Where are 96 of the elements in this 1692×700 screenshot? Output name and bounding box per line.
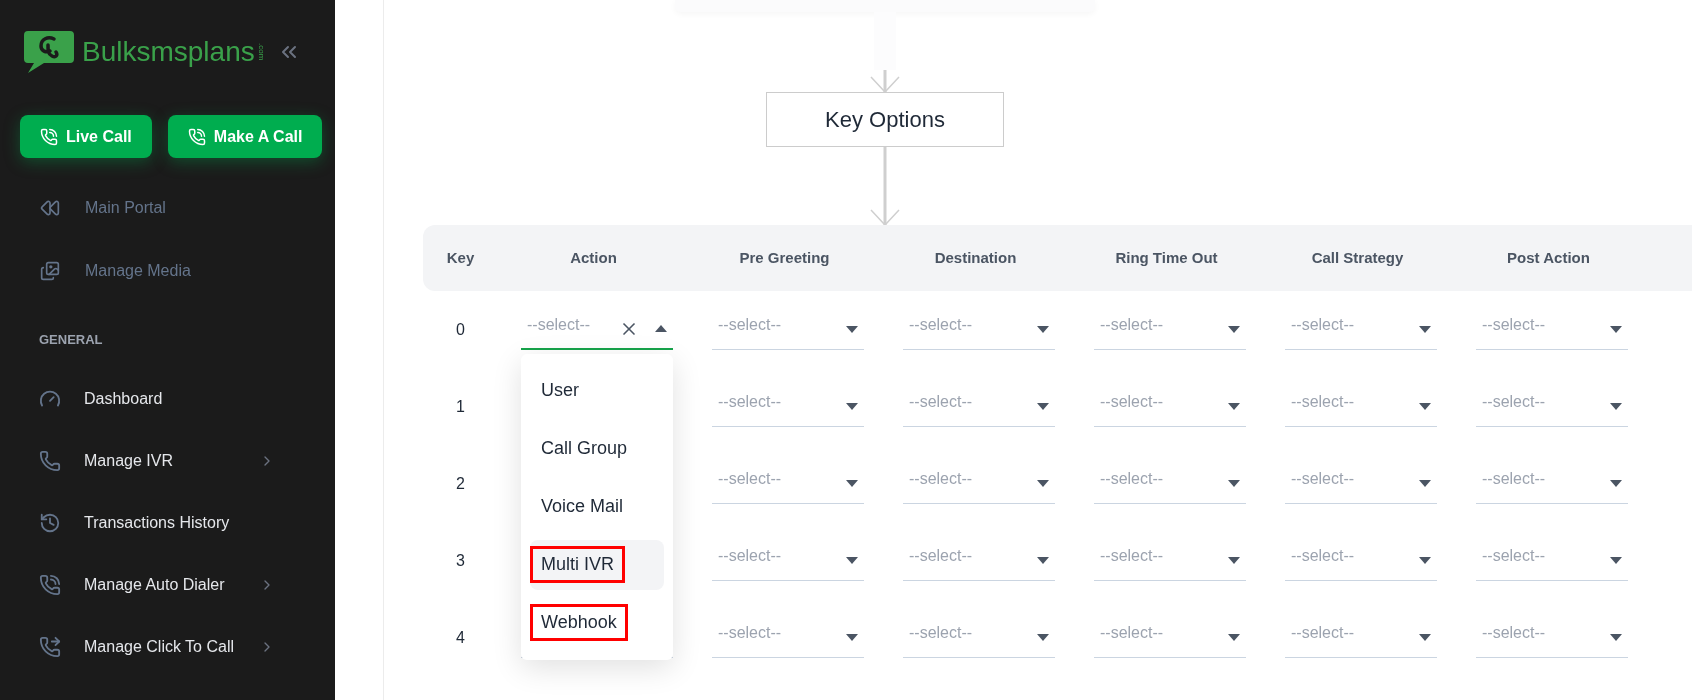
select-field[interactable]: --select-- [1285, 617, 1437, 658]
option-label: User [540, 379, 580, 402]
column-header: Pre Greeting [739, 247, 830, 268]
caret-down-icon [1610, 633, 1622, 641]
select-field[interactable]: --select-- [712, 463, 864, 504]
logo-icon [24, 31, 74, 73]
sidebar-link[interactable]: Main Portal [85, 195, 166, 220]
caret-down-icon [1228, 633, 1240, 641]
caret-down-icon [846, 402, 858, 410]
caret-down-icon [1037, 556, 1049, 564]
caret-down-icon [1228, 556, 1240, 564]
sidebar-item[interactable]: Manage Click To Call [0, 615, 335, 678]
rewind-icon [40, 197, 60, 218]
sidebar-link[interactable]: Manage Media [85, 258, 191, 283]
caret-down-icon [1037, 479, 1049, 487]
caret-down-icon [1419, 479, 1431, 487]
dropdown-option[interactable]: Webhook [530, 597, 664, 648]
caret-down-icon [1419, 402, 1431, 410]
select-field[interactable]: --select-- [712, 617, 864, 658]
phone-call-icon [40, 127, 58, 146]
phone-call-icon [187, 127, 206, 146]
select-field[interactable]: --select-- [1476, 386, 1628, 427]
caret-down-icon [846, 633, 858, 641]
section-heading: GENERAL [38, 331, 104, 349]
caret-down-icon [846, 479, 858, 487]
column-header: Ring Time Out [1115, 247, 1218, 268]
call-button[interactable]: Make A Call [167, 115, 323, 158]
select-field[interactable]: --select-- [1094, 617, 1246, 658]
option-label: Call Group [540, 437, 629, 460]
select-field[interactable]: --select-- [903, 617, 1055, 658]
caret-down-icon [1610, 402, 1622, 410]
select-field[interactable]: --select-- [903, 463, 1055, 504]
caret-down-icon [1228, 402, 1240, 410]
caret-down-icon [1037, 325, 1049, 333]
sidebar-item[interactable]: Manage IVR [0, 429, 335, 492]
logo-suffix: .com [256, 43, 265, 61]
dropdown-option[interactable]: Multi IVR [530, 539, 664, 590]
dropdown-option[interactable]: Call Group [530, 423, 664, 474]
select-field[interactable]: --select-- [1476, 463, 1628, 504]
select-field[interactable]: --select-- [903, 540, 1055, 581]
caret-down-icon [1419, 633, 1431, 641]
key-cell-text: 2 [456, 473, 465, 494]
history-icon [39, 511, 61, 534]
phone-call-icon [39, 573, 61, 596]
select-field[interactable]: --select-- [712, 540, 864, 581]
select-field[interactable]: --select-- [1285, 463, 1437, 504]
select-field[interactable]: --select-- [712, 386, 864, 427]
key-cell-text: 3 [456, 550, 465, 571]
column-header: Post Action [1507, 247, 1590, 268]
select-field[interactable]: --select-- [1476, 540, 1628, 581]
caret-down-icon [1610, 479, 1622, 487]
select-field[interactable]: --select-- [1094, 463, 1246, 504]
select-field[interactable]: --select-- [903, 386, 1055, 427]
dropdown-option[interactable]: User [530, 365, 664, 416]
select-field[interactable]: --select-- [1476, 617, 1628, 658]
caret-down-icon [1419, 325, 1431, 333]
call-button[interactable]: Live Call [20, 115, 152, 158]
select-field[interactable]: --select-- [1476, 309, 1628, 350]
sidebar-item[interactable]: Manage Auto Dialer [0, 553, 335, 616]
select-field[interactable]: --select-- [1285, 309, 1437, 350]
select-field[interactable]: --select-- [712, 309, 864, 350]
dropdown-option[interactable]: Voice Mail [530, 481, 664, 532]
caret-down-icon [1610, 556, 1622, 564]
phone-icon [39, 449, 61, 472]
column-header: Call Strategy [1311, 247, 1404, 268]
caret-down-icon [1419, 556, 1431, 564]
logo-text: Bulksmsplans [82, 38, 255, 66]
highlight-box: Webhook [530, 604, 628, 641]
column-header: Action [570, 247, 617, 268]
select-field[interactable]: --select-- [1094, 386, 1246, 427]
key-cell-text: 1 [456, 396, 465, 417]
highlight-box: Multi IVR [530, 546, 625, 583]
caret-down-icon [846, 556, 858, 564]
sidebar-item[interactable]: Transactions History [0, 491, 335, 554]
caret-up-icon [655, 325, 667, 332]
sidebar-item[interactable]: Dashboard [0, 367, 335, 430]
caret-down-icon [1610, 325, 1622, 333]
column-header: Key [446, 247, 475, 268]
phone-forward-icon [39, 635, 61, 658]
select-field[interactable]: --select-- [1285, 540, 1437, 581]
flowchart-node: Key Options [766, 92, 1004, 147]
caret-down-icon [1228, 479, 1240, 487]
select-field[interactable]: --select-- [1285, 386, 1437, 427]
caret-down-icon [1228, 325, 1240, 333]
select-field[interactable]: --select-- [1094, 309, 1246, 350]
caret-down-icon [846, 325, 858, 333]
select-field[interactable]: --select-- [1094, 540, 1246, 581]
caret-down-icon [1037, 633, 1049, 641]
select-field[interactable]: --select-- [903, 309, 1055, 350]
caret-down-icon [1037, 402, 1049, 410]
option-label: Voice Mail [540, 495, 625, 518]
key-cell-text: 0 [456, 319, 465, 340]
select-field[interactable]: --select-- [521, 309, 673, 350]
key-cell-text: 4 [456, 627, 465, 648]
media-library-icon [40, 260, 60, 281]
column-header: Destination [934, 247, 1017, 268]
